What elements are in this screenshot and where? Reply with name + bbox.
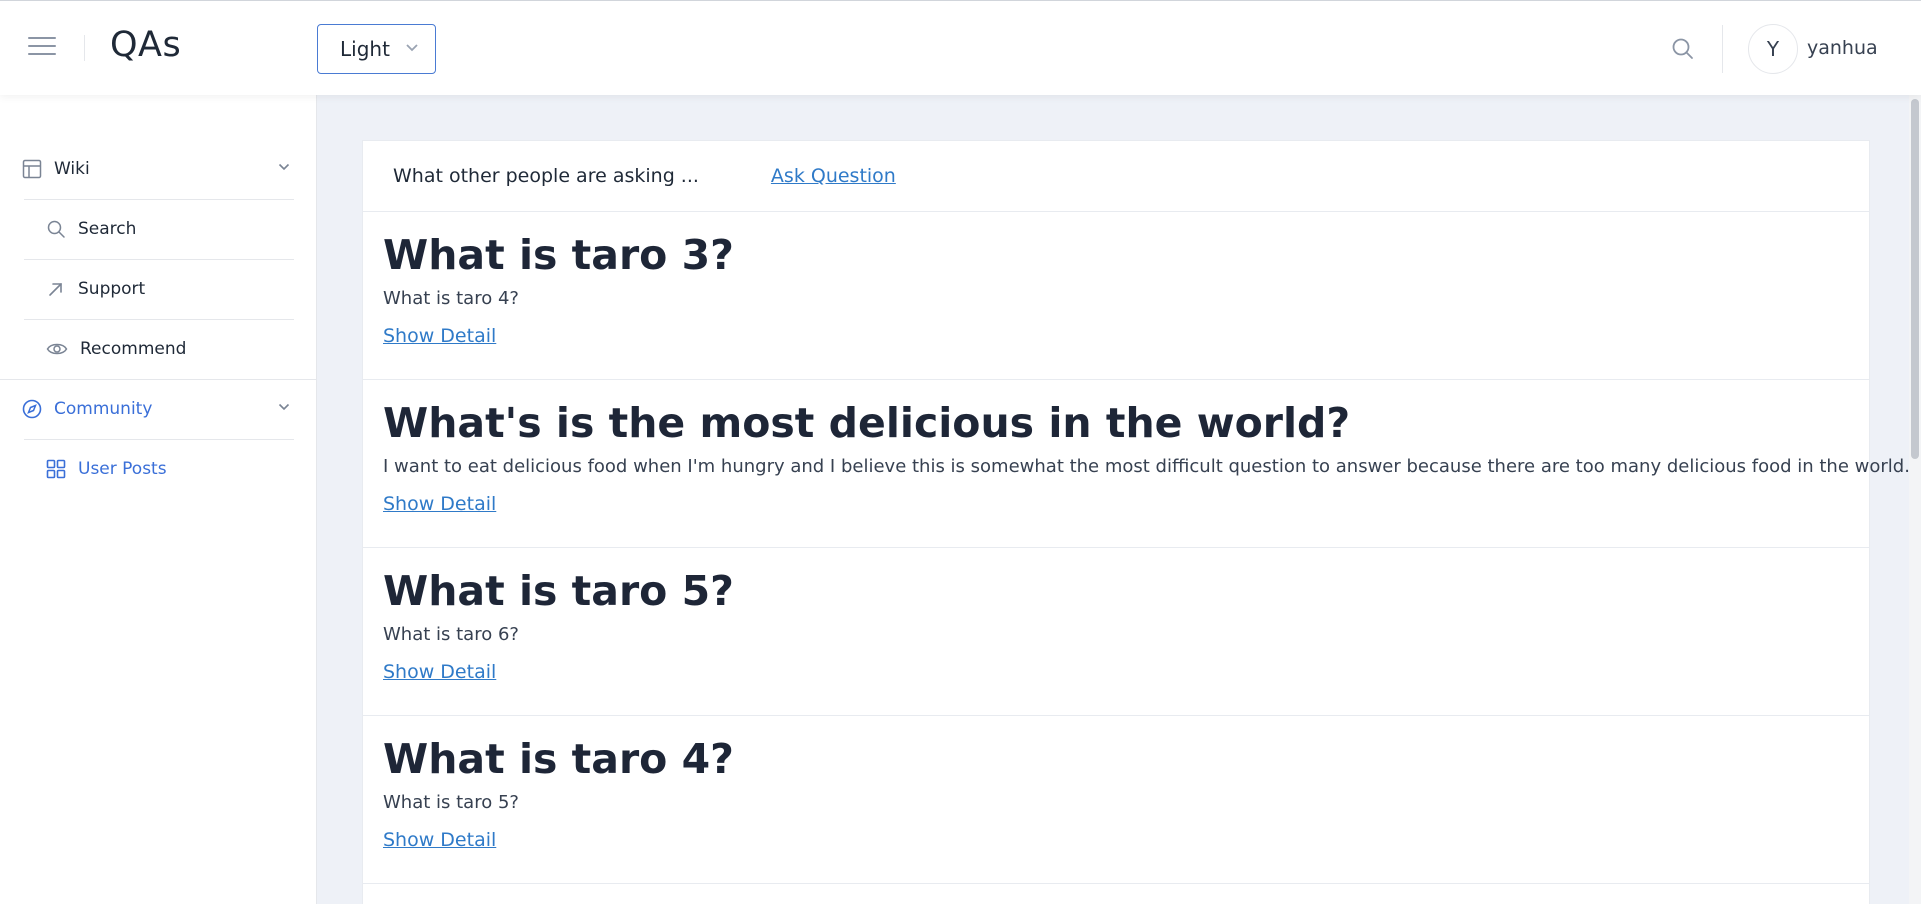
question-body: What is taro 5? (383, 792, 519, 813)
search-icon[interactable] (1670, 36, 1696, 62)
sidebar-item-recommend[interactable]: Recommend (24, 319, 294, 379)
chevron-down-icon (278, 163, 290, 171)
scrollbar-thumb[interactable] (1911, 99, 1919, 459)
avatar[interactable]: Y (1748, 24, 1798, 74)
asking-label: What other people are asking ... (393, 165, 699, 187)
question-body: What is taro 4? (383, 288, 519, 309)
sidebar-item-label: Support (78, 279, 146, 299)
sidebar-item-support[interactable]: Support (24, 259, 294, 319)
sidebar-item-label: Search (78, 219, 137, 239)
sidebar-item-search[interactable]: Search (24, 199, 294, 259)
question-title: What's is the most delicious in the worl… (383, 399, 1351, 447)
questions-card: What other people are asking ... Ask Que… (362, 140, 1910, 904)
top-bar: QAs Light Y yanhua (0, 0, 1921, 95)
question-title: What is taro 4? (383, 735, 734, 783)
divider (84, 35, 85, 61)
card-header: What other people are asking ... Ask Que… (363, 141, 1869, 212)
grid-icon (46, 459, 66, 479)
sidebar-group-label: Community (54, 399, 153, 419)
sidebar-item-user-posts[interactable]: User Posts (24, 439, 294, 499)
question-title: What is taro 5? (383, 567, 734, 615)
show-detail-link[interactable]: Show Detail (383, 661, 496, 683)
divider (1722, 25, 1723, 73)
eye-icon (46, 343, 68, 355)
show-detail-link[interactable]: Show Detail (383, 829, 496, 851)
menu-icon[interactable] (28, 37, 56, 59)
show-detail-link[interactable]: Show Detail (383, 493, 496, 515)
question-item: What is taro 3? What is taro 4? Show Det… (363, 212, 1869, 380)
ask-question-link[interactable]: Ask Question (771, 165, 896, 187)
question-body: What is taro 6? (383, 624, 519, 645)
chevron-down-icon (406, 44, 418, 52)
chevron-down-icon (278, 403, 290, 411)
question-body: I want to eat delicious food when I'm hu… (383, 456, 1910, 477)
question-title: What is taro 3? (383, 231, 734, 279)
question-item: What's is the most delicious in the worl… (363, 380, 1910, 548)
search-icon (47, 220, 65, 238)
app-title: QAs (110, 25, 182, 65)
sidebar-group-wiki[interactable]: Wiki (22, 139, 294, 199)
sidebar-group-label: Wiki (54, 159, 90, 179)
sidebar-item-label: User Posts (78, 459, 167, 479)
theme-select[interactable]: Light (317, 24, 436, 74)
scrollbar[interactable] (1909, 95, 1921, 904)
arrow-up-right-icon (49, 283, 62, 296)
sidebar-group-community[interactable]: Community (22, 379, 294, 439)
theme-select-value: Light (340, 37, 390, 61)
show-detail-link[interactable]: Show Detail (383, 325, 496, 347)
question-item: What is taro 4? What is taro 5? Show Det… (363, 716, 1869, 884)
compass-icon (22, 399, 42, 419)
sidebar-item-label: Recommend (80, 339, 187, 359)
username[interactable]: yanhua (1807, 37, 1878, 59)
sidebar: Wiki Search Support Recommend Community … (0, 95, 317, 904)
layout-icon (22, 159, 42, 179)
question-item: What is taro 5? What is taro 6? Show Det… (363, 548, 1869, 716)
